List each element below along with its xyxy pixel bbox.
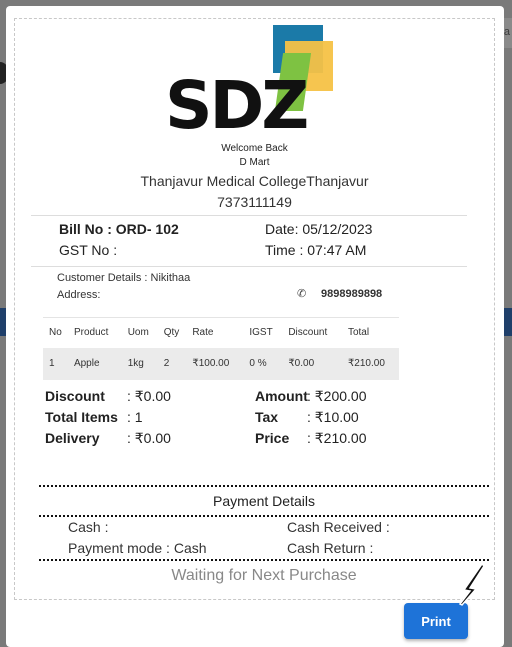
payment-cash-received: Cash Received : bbox=[287, 519, 390, 535]
col-header: Uom bbox=[121, 317, 158, 348]
dotted-divider bbox=[39, 559, 489, 561]
receipt: SDZ Welcome Back D Mart Thanjavur Medica… bbox=[14, 18, 495, 600]
tax-label: Tax bbox=[255, 409, 279, 425]
amount-label: Amount bbox=[255, 388, 308, 404]
dotted-divider bbox=[39, 485, 489, 487]
col-header: Discount bbox=[282, 317, 342, 348]
price-value: : ₹210.00 bbox=[307, 430, 367, 446]
col-header: Product bbox=[67, 317, 122, 348]
bill-number: Bill No : ORD- 102 bbox=[59, 221, 179, 237]
col-header: Total bbox=[341, 317, 399, 348]
mouse-cursor-icon bbox=[458, 562, 484, 606]
customer-details: Customer Details : Nikithaa bbox=[57, 272, 191, 284]
payment-mode: Payment mode : Cash bbox=[68, 540, 207, 556]
table-cell: 1 bbox=[43, 347, 68, 380]
payment-details-title: Payment Details bbox=[213, 493, 315, 509]
table-cell: 0 % bbox=[243, 347, 283, 380]
items-table: No Product Uom Qty Rate IGST Discount To… bbox=[43, 317, 399, 380]
logo-text: SDZ bbox=[165, 67, 309, 144]
discount-value: : ₹0.00 bbox=[127, 388, 171, 404]
phone-icon: ✆ bbox=[297, 288, 307, 300]
col-header: Rate bbox=[186, 317, 244, 348]
shop-address: Thanjavur Medical CollegeThanjavur bbox=[140, 173, 369, 189]
discount-label: Discount bbox=[45, 388, 105, 404]
total-items-value: : 1 bbox=[127, 409, 143, 425]
company-logo: SDZ bbox=[165, 25, 335, 143]
payment-cash-return: Cash Return : bbox=[287, 540, 374, 556]
tax-value: : ₹10.00 bbox=[307, 409, 359, 425]
price-label: Price bbox=[255, 430, 290, 446]
bill-time: Time : 07:47 AM bbox=[265, 242, 367, 258]
print-button[interactable]: Print bbox=[404, 603, 468, 639]
table-row: 1 Apple 1kg 2 ₹100.00 0 % ₹0.00 ₹210.00 bbox=[43, 347, 399, 380]
footer-message: Waiting for Next Purchase bbox=[171, 567, 357, 584]
customer-phone: 9898989898 bbox=[321, 288, 383, 300]
receipt-modal: SDZ Welcome Back D Mart Thanjavur Medica… bbox=[6, 6, 504, 647]
delivery-label: Delivery bbox=[45, 430, 100, 446]
table-cell: 2 bbox=[157, 347, 187, 380]
table-cell: ₹100.00 bbox=[186, 347, 244, 380]
payment-cash: Cash : bbox=[68, 519, 109, 535]
amount-value: : ₹200.00 bbox=[307, 388, 367, 404]
divider bbox=[31, 266, 467, 267]
table-cell: Apple bbox=[67, 347, 122, 380]
table-cell: 1kg bbox=[121, 347, 158, 380]
table-cell: ₹0.00 bbox=[282, 347, 342, 380]
divider bbox=[31, 215, 467, 216]
bill-date: Date: 05/12/2023 bbox=[265, 221, 373, 237]
col-header: Qty bbox=[157, 317, 187, 348]
col-header: IGST bbox=[243, 317, 283, 348]
items-table-header: No Product Uom Qty Rate IGST Discount To… bbox=[43, 317, 399, 348]
total-items-label: Total Items bbox=[45, 409, 118, 425]
shop-phone: 7373111149 bbox=[217, 194, 292, 210]
delivery-value: : ₹0.00 bbox=[127, 430, 171, 446]
shop-name: D Mart bbox=[239, 157, 270, 168]
table-cell: ₹210.00 bbox=[341, 347, 399, 380]
col-header: No bbox=[43, 317, 68, 348]
welcome-text: Welcome Back bbox=[221, 143, 288, 154]
customer-address: Address: bbox=[57, 289, 101, 301]
gst-number: GST No : bbox=[59, 242, 118, 258]
dotted-divider bbox=[39, 515, 489, 517]
